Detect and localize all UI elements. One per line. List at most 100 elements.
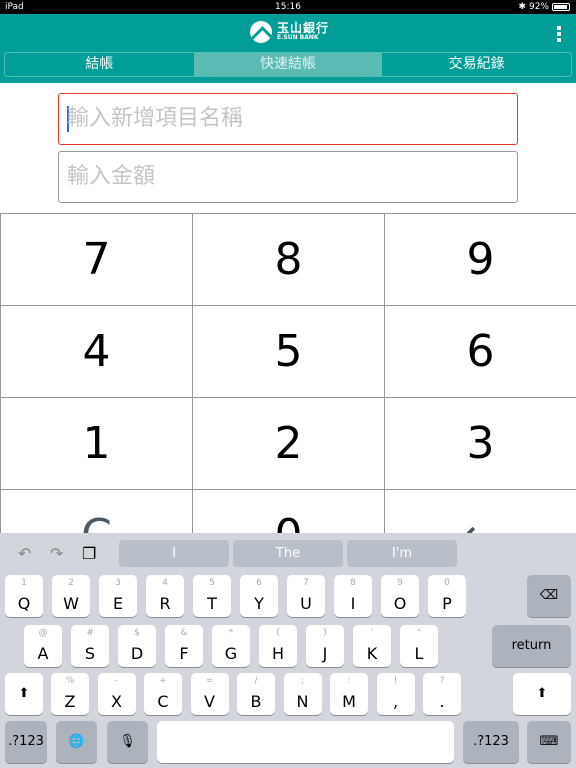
key-secondary: ; xyxy=(300,676,305,686)
key-row3-7[interactable]: !, xyxy=(376,673,415,715)
key-label: 🌐 xyxy=(68,734,85,749)
key-secondary: 1 xyxy=(21,578,27,588)
key-secondary: 8 xyxy=(350,578,356,588)
key-row3-1[interactable]: -X xyxy=(97,673,136,715)
key-k[interactable]: ' K xyxy=(353,625,391,667)
logo-text-en: E.SUN BANK xyxy=(277,34,319,41)
key-row3-5[interactable]: ; N xyxy=(283,673,322,715)
key-secondary: / xyxy=(254,676,258,686)
key-primary: B xyxy=(250,692,262,711)
globe-key[interactable]: 🌐 xyxy=(56,721,97,763)
key-primary: P xyxy=(442,594,452,613)
key-primary: U xyxy=(300,594,312,613)
key-primary: , xyxy=(392,692,399,711)
key-primary: N xyxy=(296,692,309,711)
numpad-key-1[interactable]: 8 xyxy=(192,213,385,306)
redo-icon[interactable]: ↷ xyxy=(50,544,63,563)
space-key[interactable] xyxy=(157,721,454,763)
key-q[interactable]: 1Q xyxy=(5,575,43,617)
key-g[interactable]: * G xyxy=(212,625,250,667)
hide-keyboard-key[interactable]: ⌨ xyxy=(527,721,571,763)
key-secondary: ( xyxy=(276,628,280,638)
key-label: ⬆ xyxy=(18,686,30,701)
tab-transactions[interactable]: 交易紀錄 xyxy=(382,53,571,76)
key-row3-2[interactable]: + C xyxy=(144,673,182,715)
numpad-key-5[interactable]: 6 xyxy=(384,305,576,398)
key-row3-3[interactable]: = V xyxy=(190,673,229,715)
numbers-key-right[interactable]: .?123 xyxy=(463,721,519,763)
key-p[interactable]: 0P xyxy=(428,575,466,617)
key-primary: E xyxy=(112,594,124,613)
key-label: .?123 xyxy=(8,734,44,749)
item-name-input[interactable]: 輸入新增項目名稱 xyxy=(58,93,518,145)
key-a[interactable]: @ A xyxy=(24,625,62,667)
battery-percent: 92% xyxy=(528,2,549,12)
key-u[interactable]: 7U xyxy=(287,575,325,617)
key-l[interactable]: " L xyxy=(400,625,438,667)
key-primary: C xyxy=(157,692,169,711)
suggestion-1[interactable]: I xyxy=(119,540,229,567)
key-w[interactable]: 2W xyxy=(52,575,90,617)
numpad-key-4[interactable]: 5 xyxy=(192,305,385,398)
key-primary: O xyxy=(393,594,407,613)
suggestion-3[interactable]: I'm xyxy=(347,540,457,567)
numpad-key-8[interactable]: 3 xyxy=(384,397,576,490)
key-e[interactable]: 3E xyxy=(99,575,137,617)
numpad-key-6[interactable]: 1 xyxy=(0,397,193,490)
key-d[interactable]: $ D xyxy=(118,625,156,667)
key-r[interactable]: 4R xyxy=(146,575,184,617)
key-secondary: @ xyxy=(38,628,48,638)
key-t[interactable]: 5T xyxy=(193,575,231,617)
key-label: ⌨ xyxy=(539,734,559,749)
numpad-key-3[interactable]: 4 xyxy=(0,305,193,398)
amount-input[interactable]: 輸入金額 xyxy=(58,151,518,203)
tab-checkout[interactable]: 結帳 xyxy=(5,53,194,76)
numbers-key-left[interactable]: .?123 xyxy=(5,721,47,763)
key-primary: M xyxy=(342,692,356,711)
suggestion-2[interactable]: The xyxy=(233,540,343,567)
key-j[interactable]: ) J xyxy=(306,625,344,667)
key-primary: D xyxy=(130,644,144,663)
key-row3-8[interactable]: ?. xyxy=(423,673,461,715)
key-primary: R xyxy=(159,594,171,613)
key-y[interactable]: 6Y xyxy=(240,575,278,617)
shift-left-key[interactable]: ⬆ xyxy=(5,673,43,715)
key-primary: Y xyxy=(254,594,264,613)
keyboard: ↶ ↷ ❐ I The I'm 1 Q 2 W 3 E 4 R 5 T 6 Y 7 U 8 I 9 O 0 P ⌫ @ A #… xyxy=(0,533,576,768)
status-bar: iPad 15:16 ✱ 92% xyxy=(0,0,576,14)
return-key[interactable]: return xyxy=(492,625,571,667)
key-primary: V xyxy=(204,692,215,711)
key-i[interactable]: 8I xyxy=(334,575,372,617)
tab-quick-checkout[interactable]: 快速結帳 xyxy=(193,53,383,76)
key-secondary: + xyxy=(159,676,167,686)
key-secondary: 6 xyxy=(256,578,262,588)
numpad-key-7[interactable]: 2 xyxy=(192,397,385,490)
battery-icon xyxy=(552,3,570,11)
key-f[interactable]: & F xyxy=(165,625,203,667)
undo-icon[interactable]: ↶ xyxy=(18,544,31,563)
paste-icon[interactable]: ❐ xyxy=(82,544,96,563)
key-row3-0[interactable]: % Z xyxy=(51,673,89,715)
shift-right-key[interactable]: ⬆ xyxy=(513,673,571,715)
key-row3-6[interactable]: :M xyxy=(330,673,368,715)
key-row3-4[interactable]: / B xyxy=(237,673,275,715)
key-s[interactable]: # S xyxy=(71,625,109,667)
mountain-logo-icon xyxy=(250,21,272,43)
key-label: 🎙 xyxy=(119,734,136,749)
key-secondary: 9 xyxy=(397,578,403,588)
key-secondary: & xyxy=(180,628,188,638)
key-secondary: 0 xyxy=(444,578,450,588)
backspace-key[interactable]: ⌫ xyxy=(527,575,571,617)
key-secondary: $ xyxy=(134,628,140,638)
clock: 15:16 xyxy=(275,2,301,12)
numpad-key-0[interactable]: 7 xyxy=(0,213,193,306)
dictation-key[interactable]: 🎙 xyxy=(107,721,148,763)
key-secondary: 2 xyxy=(68,578,74,588)
key-primary: Z xyxy=(64,692,76,711)
key-secondary: " xyxy=(416,628,422,638)
key-primary: . xyxy=(439,692,445,711)
more-menu-icon[interactable] xyxy=(557,26,561,42)
numpad-key-2[interactable]: 9 xyxy=(384,213,576,306)
key-h[interactable]: (H xyxy=(259,625,297,667)
key-o[interactable]: 9O xyxy=(381,575,419,617)
